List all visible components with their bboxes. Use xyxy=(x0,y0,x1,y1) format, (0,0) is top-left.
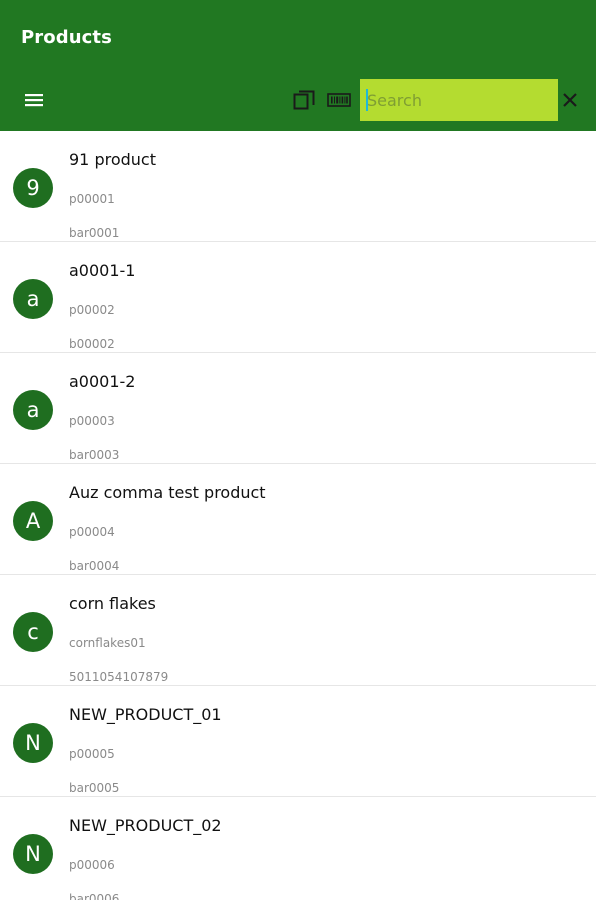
product-name: Auz comma test product xyxy=(69,483,266,502)
list-item[interactable]: N NEW_PRODUCT_01 p00005 bar0005 xyxy=(0,686,596,797)
product-code: p00004 xyxy=(69,525,115,539)
product-list: 9 91 product p00001 bar0001 a a0001-1 p0… xyxy=(0,131,596,900)
product-barcode: bar0005 xyxy=(69,781,120,795)
product-code: p00005 xyxy=(69,747,115,761)
avatar: N xyxy=(13,834,53,874)
page-title: Products xyxy=(21,27,112,48)
avatar: a xyxy=(13,390,53,430)
product-code: p00002 xyxy=(69,303,115,317)
barcode-scan-icon[interactable] xyxy=(326,88,352,112)
close-icon[interactable] xyxy=(560,90,580,110)
list-item[interactable]: N NEW_PRODUCT_02 p00006 bar0006 xyxy=(0,797,596,900)
product-barcode: b00002 xyxy=(69,337,115,351)
product-code: cornflakes01 xyxy=(69,636,146,650)
avatar: 9 xyxy=(13,168,53,208)
avatar: a xyxy=(13,279,53,319)
avatar: A xyxy=(13,501,53,541)
app-bar: Products xyxy=(0,0,596,131)
product-barcode: 5011054107879 xyxy=(69,670,169,684)
search-field[interactable] xyxy=(360,79,558,121)
text-cursor xyxy=(366,89,368,111)
product-name: 91 product xyxy=(69,150,156,169)
search-input[interactable] xyxy=(360,79,558,121)
list-item[interactable]: A Auz comma test product p00004 bar0004 xyxy=(0,464,596,575)
list-item[interactable]: a a0001-1 p00002 b00002 xyxy=(0,242,596,353)
product-name: a0001-2 xyxy=(69,372,136,391)
products-screen: Products Search 9 91 product p00001 bar0… xyxy=(0,0,596,900)
avatar: c xyxy=(13,612,53,652)
product-barcode: bar0006 xyxy=(69,892,120,900)
list-item[interactable]: c corn flakes cornflakes01 5011054107879 xyxy=(0,575,596,686)
product-barcode: bar0004 xyxy=(69,559,120,573)
product-barcode: bar0003 xyxy=(69,448,120,462)
copy-icon[interactable] xyxy=(292,88,318,112)
product-barcode: bar0001 xyxy=(69,226,120,240)
list-item[interactable]: a a0001-2 p00003 bar0003 xyxy=(0,353,596,464)
list-item[interactable]: 9 91 product p00001 bar0001 xyxy=(0,131,596,242)
hamburger-menu-icon[interactable] xyxy=(20,88,48,112)
product-name: NEW_PRODUCT_02 xyxy=(69,816,222,835)
product-name: a0001-1 xyxy=(69,261,136,280)
product-name: NEW_PRODUCT_01 xyxy=(69,705,222,724)
product-code: p00006 xyxy=(69,858,115,872)
product-code: p00003 xyxy=(69,414,115,428)
avatar: N xyxy=(13,723,53,763)
product-code: p00001 xyxy=(69,192,115,206)
product-name: corn flakes xyxy=(69,594,156,613)
